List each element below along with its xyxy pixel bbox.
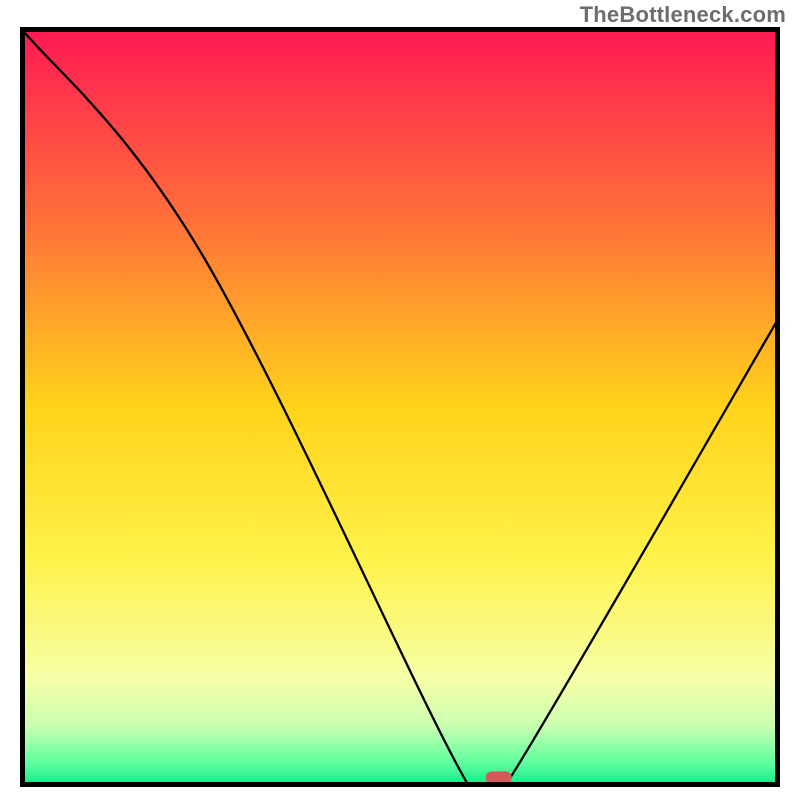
chart-svg — [0, 0, 800, 800]
gradient-background — [20, 27, 780, 787]
watermark-label: TheBottleneck.com — [580, 2, 786, 28]
bottleneck-chart: TheBottleneck.com — [0, 0, 800, 800]
